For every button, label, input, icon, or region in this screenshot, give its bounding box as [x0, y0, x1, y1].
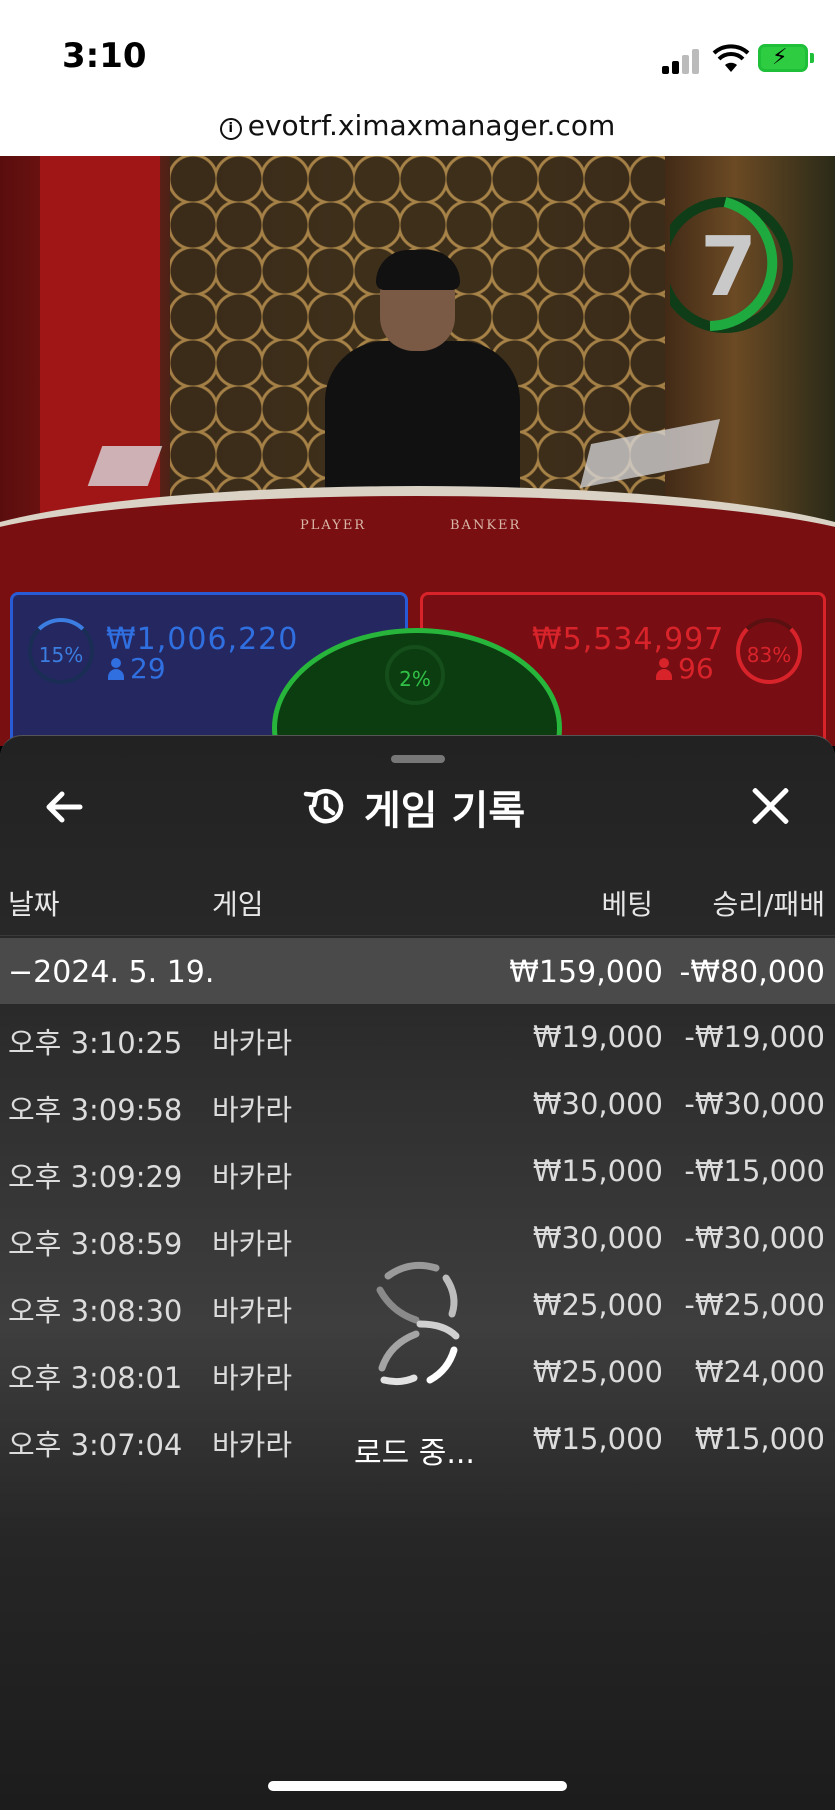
- sheet-title-text: 게임 기록: [364, 788, 526, 834]
- row-game: 바카라: [212, 1160, 293, 1194]
- row-time: 오후 3:08:30: [8, 1294, 183, 1328]
- sheet-title: 게임 기록: [302, 780, 525, 834]
- loading-text: 로드 중...: [354, 1436, 475, 1471]
- date-group-label: −2024. 5. 19.: [8, 955, 215, 990]
- banker-count-value: 96: [678, 652, 714, 685]
- row-game: 바카라: [212, 1026, 293, 1060]
- history-row[interactable]: 오후 3:09:29 바카라 ₩15,000 -₩15,000: [0, 1144, 835, 1210]
- row-bet: ₩30,000: [532, 1087, 663, 1121]
- row-game: 바카라: [212, 1227, 293, 1261]
- row-bet: ₩15,000: [532, 1422, 663, 1456]
- row-win-loss: -₩19,000: [684, 1020, 825, 1054]
- sheet-drag-handle[interactable]: [391, 755, 445, 763]
- charging-icon: ⚡: [772, 45, 788, 70]
- player-count-value: 29: [130, 652, 166, 685]
- col-header-date: 날짜: [8, 888, 60, 921]
- row-game: 바카라: [212, 1428, 293, 1462]
- row-win-loss: -₩30,000: [684, 1087, 825, 1121]
- wifi-icon: [712, 44, 750, 72]
- col-header-win-loss: 승리/패배: [712, 888, 825, 921]
- row-game: 바카라: [212, 1361, 293, 1395]
- url-text[interactable]: evotrf.ximaxmanager.com: [248, 109, 615, 142]
- home-indicator[interactable]: [268, 1781, 567, 1791]
- user-icon: [108, 658, 124, 680]
- player-percent: 15%: [28, 618, 94, 684]
- table-label-banker: BANKER: [450, 518, 522, 533]
- date-group-bet: ₩159,000: [509, 955, 663, 990]
- countdown-timer: 7: [700, 220, 758, 315]
- player-count: 29: [108, 652, 166, 685]
- row-game: 바카라: [212, 1093, 293, 1127]
- arrow-left-icon[interactable]: [40, 782, 90, 832]
- row-bet: ₩30,000: [532, 1221, 663, 1255]
- row-bet: ₩15,000: [532, 1154, 663, 1188]
- banker-percent: 83%: [736, 618, 802, 684]
- history-row[interactable]: 오후 3:09:58 바카라 ₩30,000 -₩30,000: [0, 1077, 835, 1143]
- row-win-loss: -₩25,000: [684, 1288, 825, 1322]
- col-header-game: 게임: [212, 888, 264, 921]
- row-game: 바카라: [212, 1294, 293, 1328]
- row-bet: ₩19,000: [532, 1020, 663, 1054]
- url-bar[interactable]: i evotrf.ximaxmanager.com: [0, 100, 835, 156]
- row-time: 오후 3:08:59: [8, 1227, 183, 1261]
- row-time: 오후 3:07:04: [8, 1428, 183, 1462]
- user-icon: [656, 658, 672, 680]
- table-label-player: PLAYER: [300, 518, 367, 533]
- tie-percent: 2%: [385, 645, 445, 705]
- signal-icon: [662, 46, 706, 74]
- status-time: 3:10: [62, 36, 147, 76]
- date-group-win-loss: -₩80,000: [679, 955, 825, 990]
- history-icon: [303, 789, 344, 824]
- close-icon[interactable]: [744, 780, 796, 832]
- row-win-loss: ₩24,000: [694, 1355, 825, 1389]
- row-win-loss: -₩15,000: [684, 1154, 825, 1188]
- history-row[interactable]: 오후 3:10:25 바카라 ₩19,000 -₩19,000: [0, 1010, 835, 1076]
- col-header-bet: 베팅: [601, 888, 653, 921]
- row-time: 오후 3:10:25: [8, 1026, 183, 1060]
- row-time: 오후 3:09:58: [8, 1093, 183, 1127]
- status-bar: 3:10 ⚡: [0, 0, 835, 100]
- row-time: 오후 3:08:01: [8, 1361, 183, 1395]
- row-win-loss: ₩15,000: [694, 1422, 825, 1456]
- info-icon[interactable]: i: [219, 118, 242, 140]
- spinner-icon: [376, 1261, 460, 1386]
- row-bet: ₩25,000: [532, 1355, 663, 1389]
- banker-count: 96: [656, 652, 714, 685]
- row-win-loss: -₩30,000: [684, 1221, 825, 1255]
- row-bet: ₩25,000: [532, 1288, 663, 1322]
- row-time: 오후 3:09:29: [8, 1160, 183, 1194]
